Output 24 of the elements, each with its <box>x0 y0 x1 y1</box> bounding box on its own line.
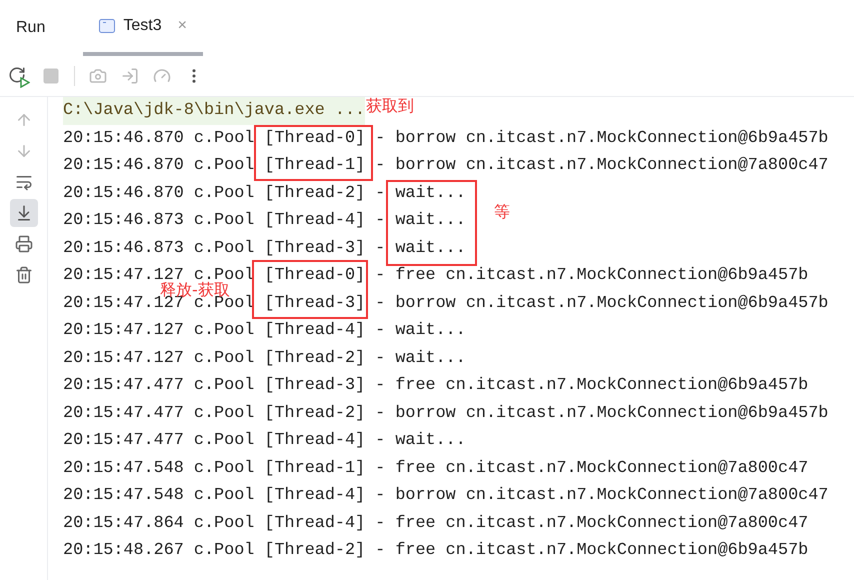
log-line: 20:15:47.864 c.Pool [Thread-4] - free cn.itcast.n7.MockConnection@7a800c47 <box>63 514 808 532</box>
rerun-icon[interactable] <box>8 66 28 86</box>
log-line: 20:15:46.873 c.Pool [Thread-3] - wait... <box>63 238 466 258</box>
trash-icon[interactable] <box>14 266 32 284</box>
log-line: 20:15:47.127 c.Pool [Thread-2] - wait... <box>63 348 466 368</box>
log-line: 20:15:46.870 c.Pool [Thread-0] - borrow cn.itcast.n7.MockConnection@6b9a457b <box>63 128 828 148</box>
log-line: 20:15:47.477 c.Pool [Thread-3] - free cn.itcast.n7.MockConnection@6b9a457b <box>63 376 808 395</box>
log-line: 20:15:47.477 c.Pool [Thread-4] - wait... <box>63 431 466 450</box>
log-line: 20:15:47.548 c.Pool [Thread-1] - free cn.itcast.n7.MockConnection@7a800c47 <box>63 458 808 478</box>
soft-wrap-icon[interactable] <box>14 173 32 191</box>
print-icon[interactable] <box>14 235 32 253</box>
run-tab[interactable]: Test3 × <box>83 0 203 56</box>
log-line: 20:15:46.870 c.Pool [Thread-2] - wait... <box>63 184 466 202</box>
log-line: 20:15:47.548 c.Pool [Thread-4] - borrow cn.itcast.n7.MockConnection@7a800c47 <box>63 486 828 505</box>
annotation-label: 获取到 <box>366 95 414 117</box>
annotation-label: 等 <box>494 201 510 223</box>
log-line: 20:15:47.477 c.Pool [Thread-2] - borrow cn.itcast.n7.MockConnection@6b9a457b <box>63 404 828 422</box>
tool-window-title: Run <box>16 18 46 38</box>
scroll-to-end-button[interactable] <box>10 199 38 227</box>
log-line: 20:15:48.267 c.Pool [Thread-2] - free cn.itcast.n7.MockConnection@6b9a457b <box>63 541 808 560</box>
window-icon <box>99 19 116 33</box>
log-line: 20:15:47.127 c.Pool [Thread-4] - wait... <box>63 321 466 340</box>
log-line: 20:15:46.870 c.Pool [Thread-1] - borrow cn.itcast.n7.MockConnection@7a800c47 <box>63 156 828 175</box>
log-line: 20:15:46.873 c.Pool [Thread-4] - wait... <box>63 211 466 230</box>
